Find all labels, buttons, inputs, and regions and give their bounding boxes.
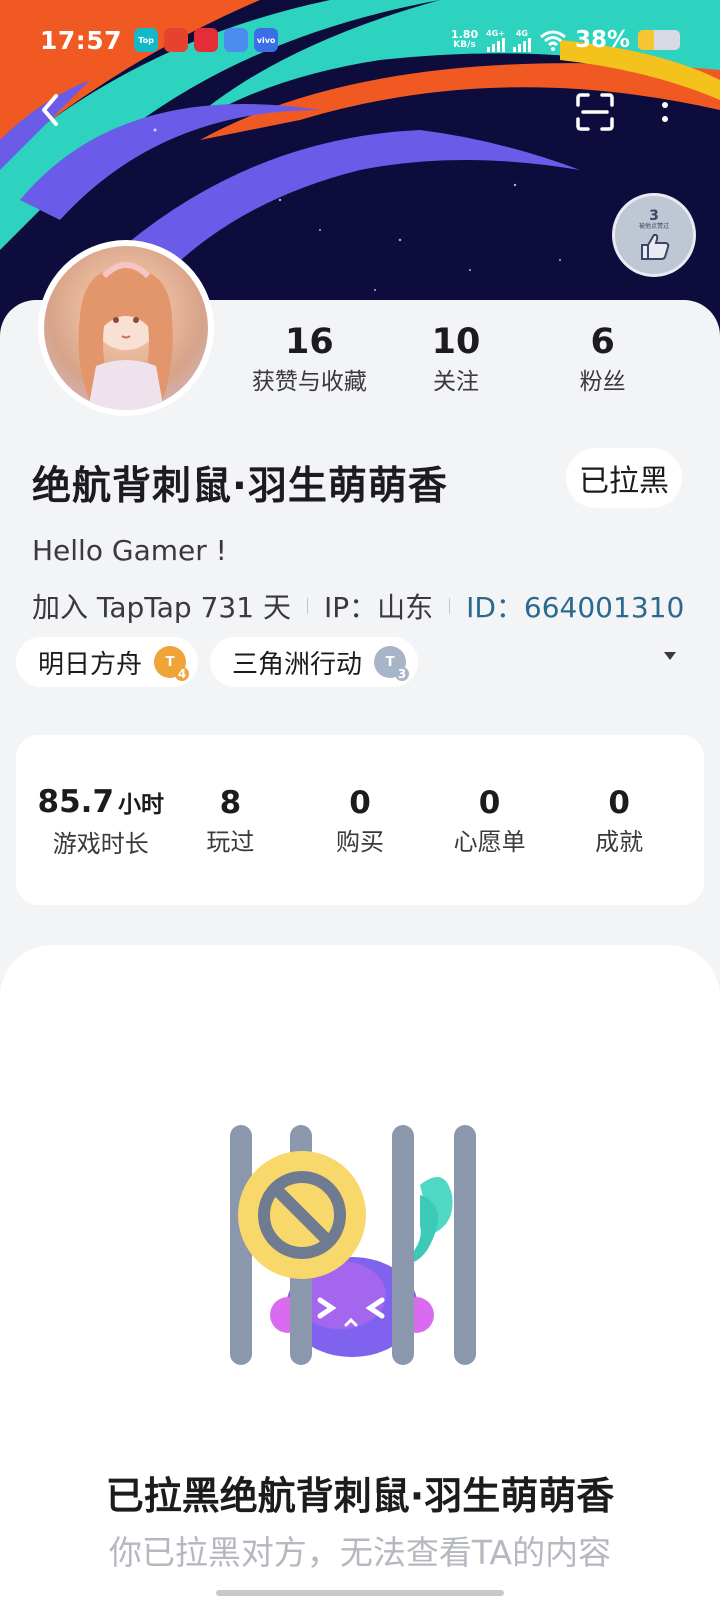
game-stat-value: 0 [349,785,371,821]
vivo-app-icon: vivo [254,28,279,52]
divider [449,598,451,614]
signal-4g-plus-icon: 4G+ [486,29,505,52]
app-icon-blue [224,28,249,52]
back-button[interactable] [30,90,70,130]
game-stat[interactable]: 0 成就 [554,781,684,859]
net-speed-value: 1.80 [450,28,479,41]
app-icon-red [164,28,189,52]
like-badge-text: 被他点赞过 [638,223,669,230]
more-button[interactable] [655,92,675,132]
user-id[interactable]: ID：664001310 [466,586,684,626]
level-number: 3 [395,667,410,681]
playtime-stat[interactable]: 85.7 小时 游戏时长 [36,780,166,861]
like-badge[interactable]: 3 被他点赞过 [612,193,696,277]
video-app-icon [194,28,219,52]
level-badge-icon: T4 [154,646,190,681]
more-vertical-icon [662,102,668,108]
game-stat-label: 心愿单 [453,828,526,856]
username: 绝航背刺鼠·羽生萌萌香 [32,464,448,509]
game-stat-value: 0 [478,785,501,821]
expand-tags-icon[interactable] [664,652,676,660]
game-stat[interactable]: 8 玩过 [166,781,296,859]
level-badge-icon: T3 [374,646,410,681]
blocked-illustration [230,1125,476,1365]
divider [306,598,308,614]
status-bar: 17:57 Top vivo 1.80 KB/s 4G+ 4G 38% [0,0,720,80]
more-vertical-icon [662,116,668,122]
ip-location: IP：山东 [323,591,434,624]
stat-label: 粉丝 [579,369,626,395]
game-tag-label: 明日方舟 [38,649,143,680]
level-number: 4 [175,667,190,681]
profile-stat[interactable]: 16 获赞与收藏 [236,318,383,398]
blocked-subtitle: 你已拉黑对方，无法查看TA的内容 [108,1533,612,1572]
game-stat-value: 0 [608,785,630,821]
stat-label: 获赞与收藏 [251,369,367,395]
signal-label: 4G+ [486,28,505,38]
battery-percent: 38% [574,27,630,53]
game-tag[interactable]: 明日方舟 T 4 [16,637,199,687]
like-badge-count: 3 [649,208,659,224]
bio: Hello Gamer ! [32,534,227,567]
game-stat[interactable]: 0 购买 [295,781,425,859]
battery-icon [638,30,680,50]
wifi-icon [539,30,566,51]
taptap-app-icon: Top [134,28,159,52]
playtime-unit: 小时 [118,791,165,818]
game-tag-label: 三角洲行动 [232,649,363,680]
profile-stats: 16 获赞与收藏 10 关注 6 粉丝 [236,318,676,398]
game-stat-label: 成就 [595,828,644,856]
status-time: 17:57 [40,25,123,55]
playtime-label: 游戏时长 [52,829,149,858]
stat-value: 16 [284,322,334,362]
signal-4g-icon: 4G [512,28,531,52]
game-stats-card: 85.7 小时 游戏时长 8 玩过 0 购买 0 心愿单 0 成就 [16,735,704,905]
avatar[interactable] [38,240,214,416]
game-tag[interactable]: 三角洲行动 T 3 [210,637,419,687]
stat-label: 关注 [433,369,479,395]
avatar-image [44,246,208,410]
net-speed: 1.80 KB/s [451,29,478,51]
game-stat-label: 购买 [335,828,384,856]
chevron-left-icon [42,94,58,126]
profile-stat[interactable]: 6 粉丝 [529,318,676,398]
profile-meta: 加入 TapTap 731 天 IP：山东 ID：664001310 [32,586,684,626]
playtime-number: 85.7 [37,783,115,820]
scan-icon [576,93,614,131]
stat-value: 6 [590,322,615,362]
status-indicators: 1.80 KB/s 4G+ 4G 38% [451,27,680,53]
game-stat-label: 玩过 [206,828,255,856]
home-indicator[interactable] [216,1590,504,1596]
blocked-button[interactable]: 已拉黑 [566,448,682,508]
stat-value: 10 [431,322,481,362]
join-days: 加入 TapTap 731 天 [32,591,291,624]
thumbs-up-icon [641,233,670,260]
blocked-title: 已拉黑绝航背刺鼠·羽生萌萌香 [105,1474,615,1518]
net-speed-unit: KB/s [453,40,476,50]
game-stat-value: 8 [219,785,242,821]
scan-button[interactable] [575,92,615,132]
profile-stat[interactable]: 10 关注 [383,318,530,398]
game-stat[interactable]: 0 心愿单 [425,781,555,859]
game-tags: 明日方舟 T 4 三角洲行动 T 3 [16,637,419,687]
signal-label: 4G [515,28,528,38]
playtime-value: 85.7 小时 [36,780,166,827]
status-app-icons: Top vivo [134,28,279,52]
